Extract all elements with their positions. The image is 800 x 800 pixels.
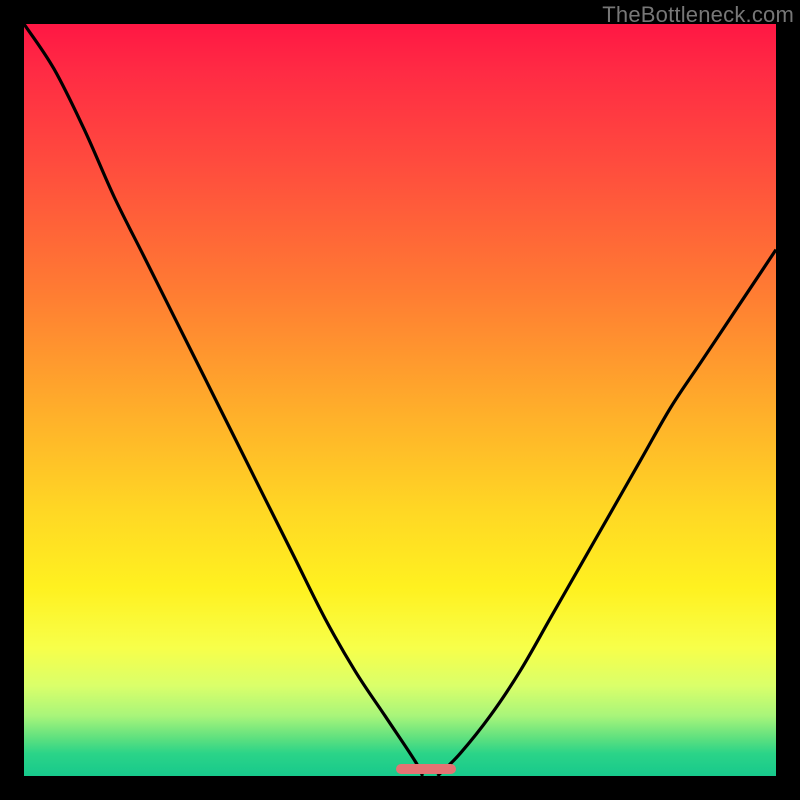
optimum-marker xyxy=(396,764,456,774)
left-curve xyxy=(24,24,423,776)
chart-frame: TheBottleneck.com xyxy=(0,0,800,800)
right-curve xyxy=(438,250,776,776)
plot-area xyxy=(24,24,776,776)
curve-layer xyxy=(24,24,776,776)
